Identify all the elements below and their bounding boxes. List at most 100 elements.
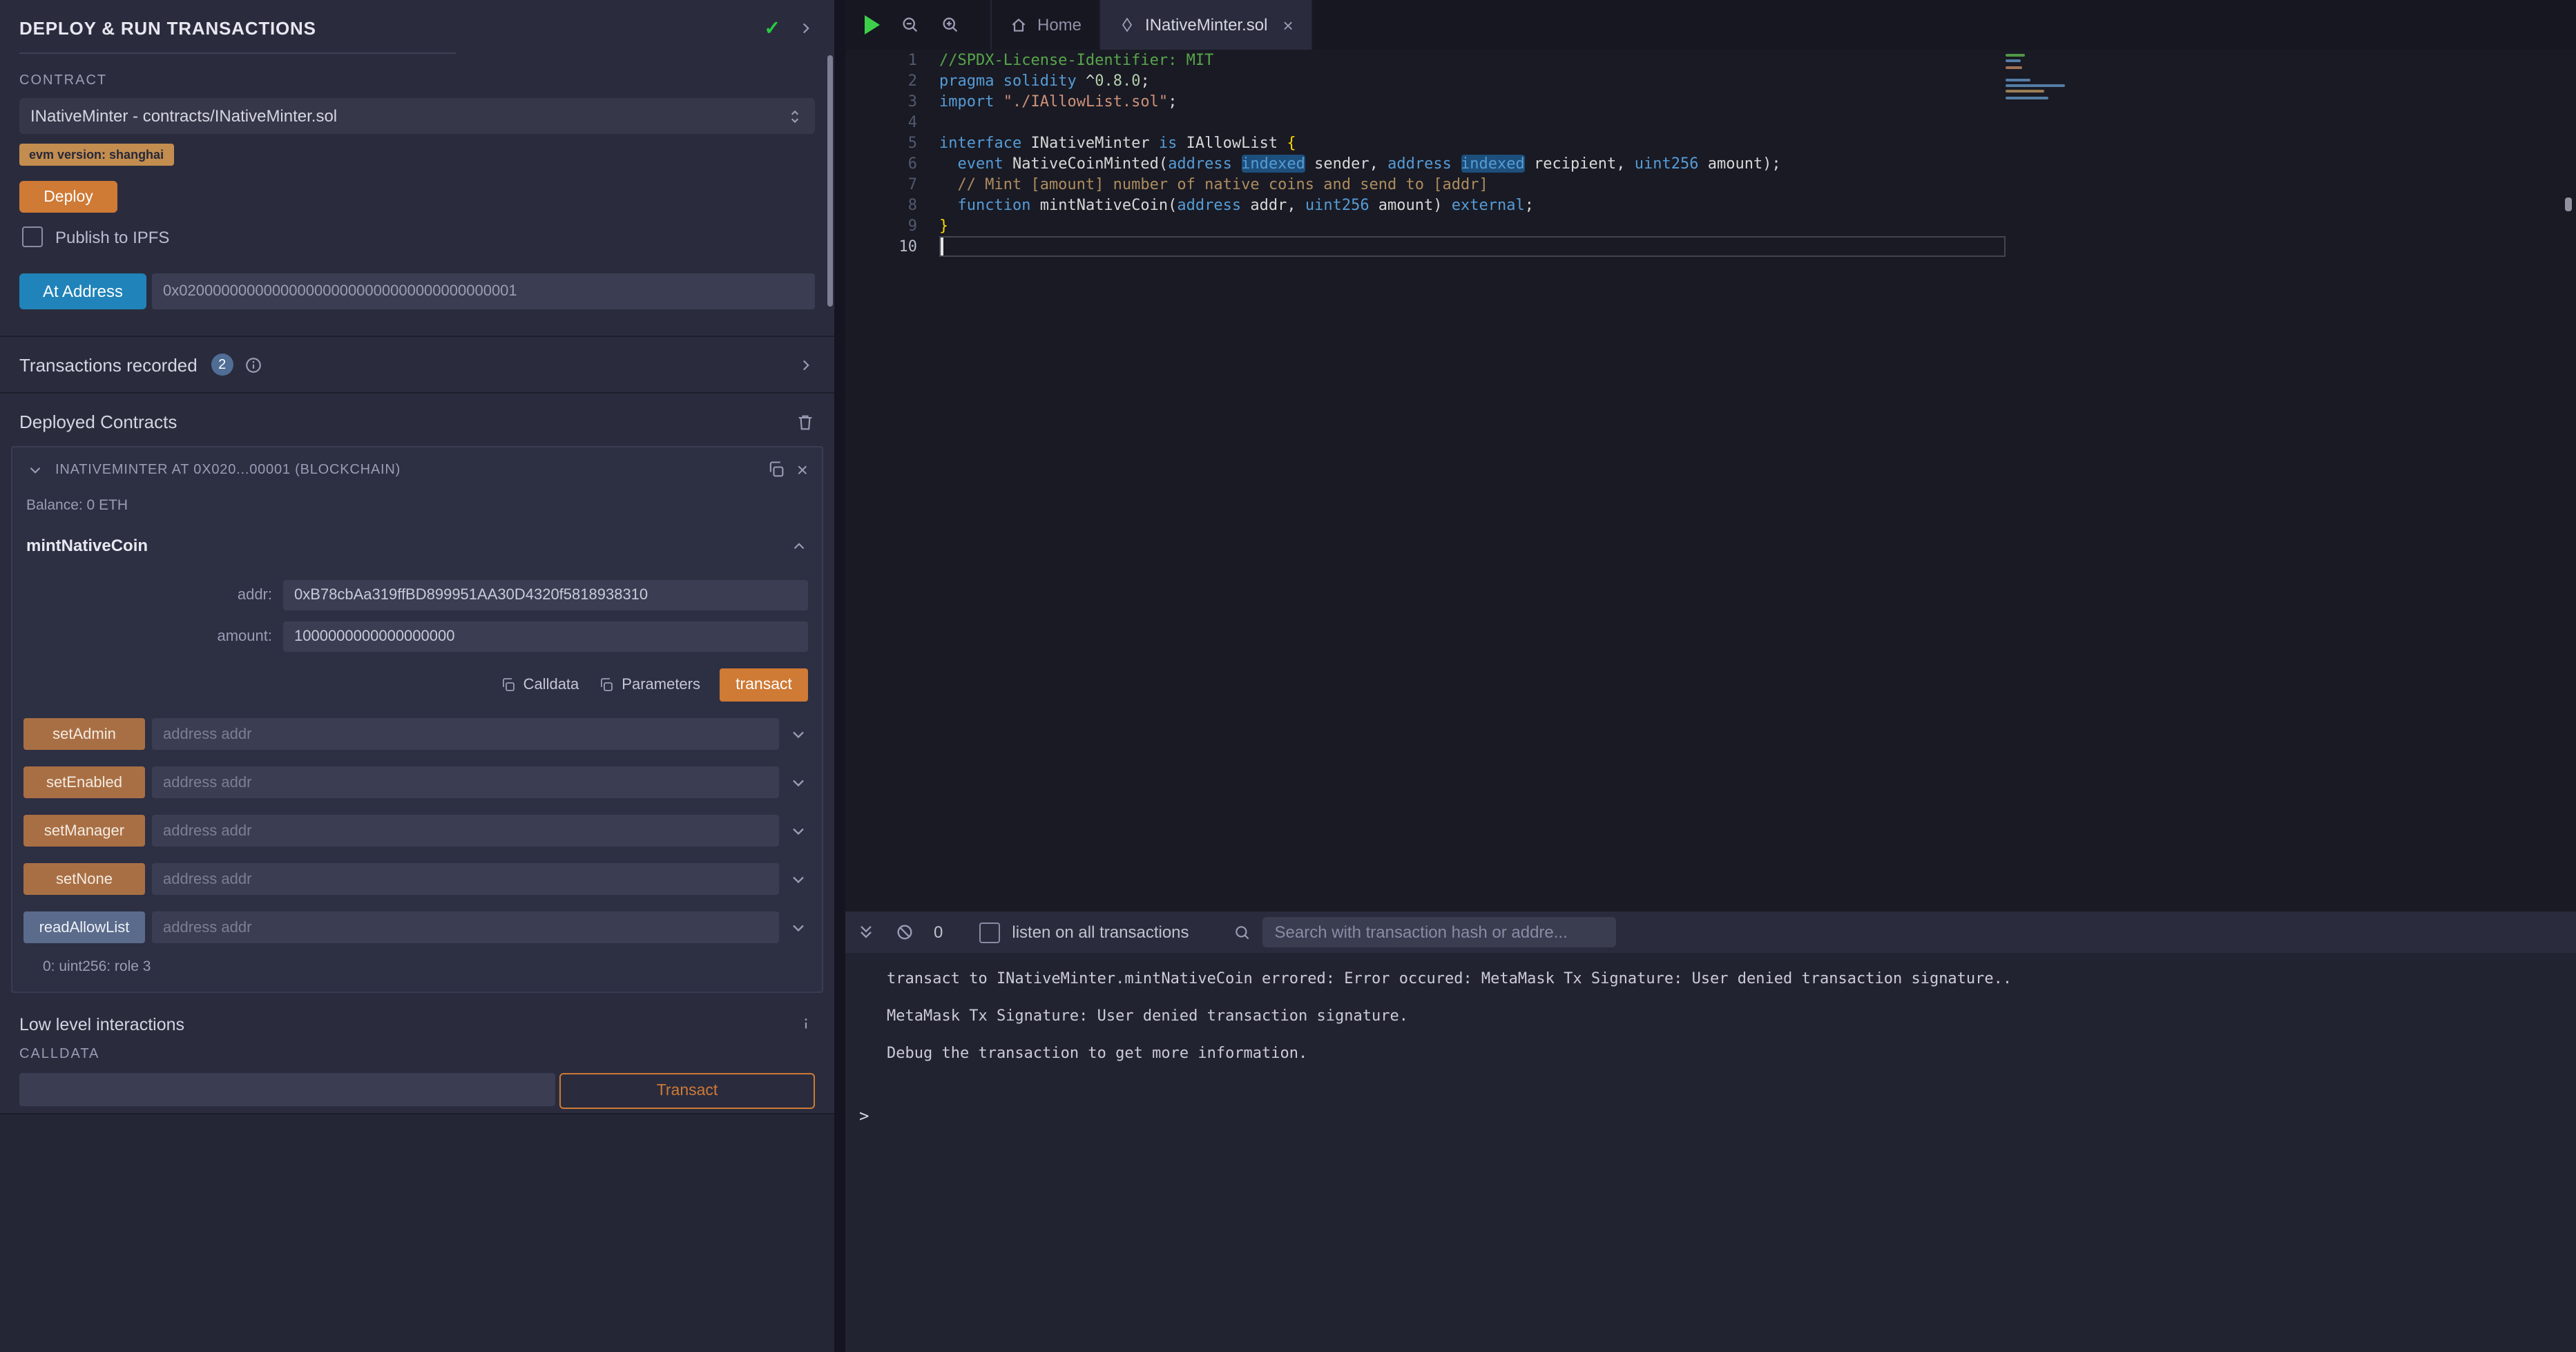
function-row: setNone	[23, 863, 811, 895]
left-panel-scrollbar[interactable]	[827, 55, 833, 307]
code-token: ^	[1077, 72, 1095, 90]
code-line[interactable]: }	[939, 215, 2006, 236]
transactions-expand-chevron-icon[interactable]	[797, 356, 815, 374]
code-line[interactable]: event NativeCoinMinted(address indexed s…	[939, 153, 2006, 174]
minimap-line	[2006, 60, 2021, 63]
function-field-row: amount:	[26, 621, 808, 652]
code-token: amount);	[1698, 155, 1780, 173]
listen-transactions-checkbox[interactable]	[979, 922, 999, 943]
at-address-button[interactable]: At Address	[19, 273, 146, 309]
tab-home-label: Home	[1037, 15, 1082, 35]
function-button-setNone[interactable]: setNone	[23, 863, 145, 895]
function-field-row: addr:	[26, 580, 808, 610]
terminal-search-input[interactable]	[1262, 917, 1616, 947]
code-token: ;	[1140, 72, 1149, 90]
code-line[interactable]: import "./IAllowList.sol";	[939, 91, 2006, 112]
close-icon[interactable]: ×	[797, 460, 808, 479]
calldata-input[interactable]	[19, 1073, 555, 1106]
function-button-setManager[interactable]: setManager	[23, 815, 145, 847]
parameters-copy-button[interactable]: Parameters	[598, 677, 700, 693]
tab-home[interactable]: Home	[990, 0, 1101, 50]
function-fields: addr: amount:	[12, 555, 822, 652]
run-script-icon[interactable]	[865, 15, 880, 35]
function-button-setAdmin[interactable]: setAdmin	[23, 718, 145, 750]
calldata-copy-button[interactable]: Calldata	[500, 677, 579, 693]
terminal-prompt[interactable]: >	[859, 1106, 869, 1126]
code-token	[1452, 155, 1461, 173]
code-line[interactable]: interface INativeMinter is IAllowList {	[939, 133, 2006, 153]
publish-ipfs-checkbox[interactable]	[22, 226, 43, 247]
code-line[interactable]: // Mint [amount] number of native coins …	[939, 174, 2006, 195]
code-line[interactable]: pragma solidity ^0.8.0;	[939, 70, 2006, 91]
minimap-line	[2006, 84, 2065, 87]
code-line[interactable]	[939, 236, 2006, 257]
panel-expand-chevron-icon[interactable]	[797, 19, 815, 37]
function-input-setAdmin[interactable]	[152, 718, 779, 750]
function-action-row: Calldata Parameters transact	[12, 652, 822, 702]
field-input[interactable]	[283, 580, 808, 610]
chevron-down-icon[interactable]	[786, 918, 811, 937]
minimap[interactable]	[2006, 54, 2072, 115]
chevron-down-icon[interactable]	[26, 461, 44, 479]
tab-file-label: INativeMinter.sol	[1145, 15, 1267, 35]
check-icon: ✓	[765, 17, 780, 40]
terminal-log-line: MetaMask Tx Signature: User denied trans…	[887, 997, 2576, 1034]
low-level-transact-button[interactable]: Transact	[559, 1073, 815, 1109]
code-token: external	[1452, 196, 1525, 214]
line-number: 2	[845, 70, 939, 91]
chevron-up-icon[interactable]	[790, 537, 808, 554]
tab-inativeminter[interactable]: INativeMinter.sol ×	[1101, 0, 1313, 50]
low-level-title: Low level interactions	[19, 1015, 797, 1034]
chevron-down-icon[interactable]	[786, 821, 811, 840]
page-title: DEPLOY & RUN TRANSACTIONS	[19, 18, 765, 39]
code-token	[994, 93, 1003, 110]
copy-icon[interactable]	[767, 460, 786, 479]
code-token: sender,	[1305, 155, 1387, 173]
chevron-down-icon[interactable]	[786, 724, 811, 744]
clear-console-icon[interactable]	[895, 923, 914, 942]
listen-transactions-label: listen on all transactions	[1012, 923, 1189, 942]
collapse-terminal-icon[interactable]	[856, 923, 876, 942]
trash-icon[interactable]	[796, 412, 815, 432]
code-editor[interactable]: 12345678910 //SPDX-License-Identifier: M…	[845, 50, 2576, 911]
function-row: setEnabled	[23, 766, 811, 798]
code-token: // Mint [amount] number of native coins …	[939, 175, 1488, 193]
tab-close-icon[interactable]: ×	[1282, 15, 1293, 35]
panel-divider[interactable]	[834, 0, 845, 1352]
field-input[interactable]	[283, 621, 808, 652]
function-input-setNone[interactable]	[152, 863, 779, 895]
code-token	[994, 72, 1003, 90]
chevron-down-icon[interactable]	[786, 773, 811, 792]
terminal: 0 listen on all transactions transact to…	[845, 911, 2576, 1352]
chevron-down-icon[interactable]	[786, 869, 811, 889]
function-input-setEnabled[interactable]	[152, 766, 779, 798]
at-address-input[interactable]	[152, 273, 815, 309]
function-button-setEnabled[interactable]: setEnabled	[23, 766, 145, 798]
zoom-in-icon[interactable]	[941, 15, 960, 35]
code-token: IAllowList	[1177, 134, 1287, 152]
home-icon	[1010, 16, 1028, 34]
contract-instance-header[interactable]: INATIVEMINTER AT 0X020...00001 (BLOCKCHA…	[12, 447, 822, 479]
function-input-setManager[interactable]	[152, 815, 779, 847]
line-number: 5	[845, 133, 939, 153]
code-token	[1232, 155, 1241, 173]
contract-select[interactable]: INativeMinter - contracts/INativeMinter.…	[19, 98, 815, 134]
minimap-line	[2006, 90, 2044, 93]
function-button-readAllowList[interactable]: readAllowList	[23, 911, 145, 943]
function-input-readAllowList[interactable]	[152, 911, 779, 943]
deploy-button[interactable]: Deploy	[19, 181, 117, 213]
function-header[interactable]: mintNativeCoin	[12, 514, 822, 555]
minimap-line	[2006, 54, 2025, 57]
transact-button[interactable]: transact	[720, 668, 808, 702]
code-token: }	[939, 217, 948, 235]
code-line[interactable]: function mintNativeCoin(address addr, ui…	[939, 195, 2006, 215]
evm-version-badge: evm version: shanghai	[19, 144, 173, 166]
zoom-out-icon[interactable]	[901, 15, 920, 35]
contract-select-value: INativeMinter - contracts/INativeMinter.…	[30, 106, 786, 126]
low-level-interactions: Low level interactions CALLDATA Transact	[0, 993, 834, 1109]
editor-gutter: 12345678910	[845, 50, 939, 257]
function-row: readAllowList	[23, 911, 811, 943]
code-line[interactable]	[939, 112, 2006, 133]
transactions-recorded-section[interactable]: Transactions recorded 2	[0, 336, 834, 394]
code-line[interactable]: //SPDX-License-Identifier: MIT	[939, 50, 2006, 70]
